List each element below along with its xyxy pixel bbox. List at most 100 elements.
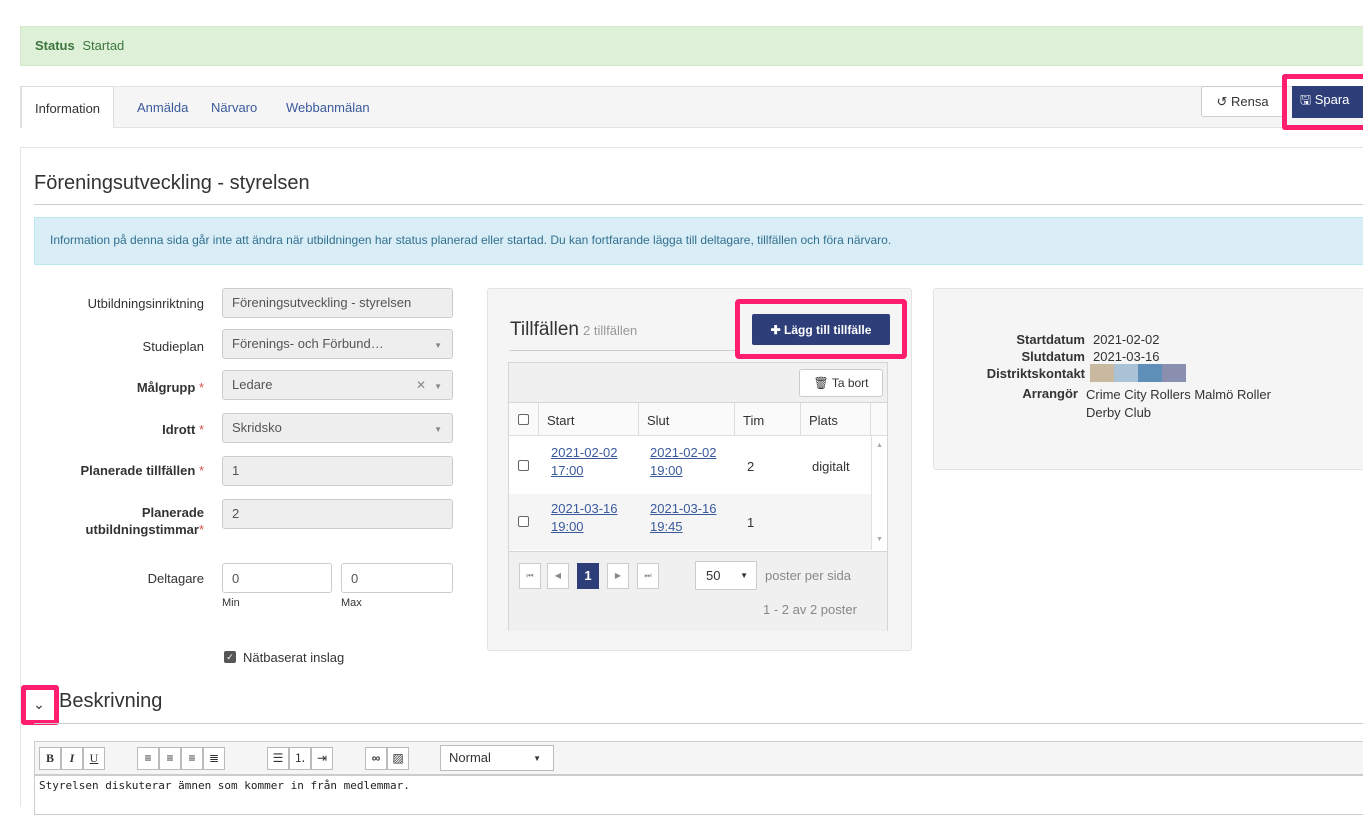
scroll-up-icon[interactable]: ▲ — [876, 442, 883, 449]
tillfallen-title: Tillfällen 2 tillfällen — [510, 319, 638, 340]
align-center-icon[interactable]: ≡ — [159, 747, 181, 770]
malgrupp-label: Målgrupp * — [136, 380, 204, 395]
row-checkbox[interactable] — [518, 516, 529, 527]
reset-icon: ↺ — [1216, 93, 1228, 109]
deltagare-label: Deltagare — [147, 571, 204, 586]
underline-icon[interactable]: U — [83, 747, 105, 770]
first-page-icon[interactable]: ⏮ — [519, 563, 541, 589]
deltagare-max-input[interactable] — [341, 563, 453, 593]
ta-bort-button[interactable]: 🗑 Ta bort — [799, 369, 883, 397]
prev-page-icon[interactable]: ◀ — [547, 563, 569, 589]
min-label: Min — [222, 597, 240, 609]
grid-header-plats[interactable]: Plats — [801, 403, 871, 436]
per-page-label: poster per sida — [765, 568, 851, 583]
clear-icon[interactable]: ✕ — [416, 378, 426, 392]
chevron-down-icon: ▼ — [740, 571, 748, 580]
beskrivning-divider — [34, 723, 1363, 724]
grid-pager: ⏮ ◀ 1 ▶ ⏭ 50 ▼ poster per sida 1 - 2 av … — [509, 551, 887, 631]
grid-toolbar: 🗑 Ta bort — [509, 363, 887, 403]
tillfallen-divider — [510, 350, 735, 351]
slutdatum-value: 2021-03-16 — [1093, 349, 1160, 364]
row-checkbox[interactable] — [518, 460, 529, 471]
idrott-label: Idrott * — [162, 422, 204, 437]
link-icon[interactable]: ∞ — [365, 747, 387, 770]
distriktskontakt-label: Distriktskontakt — [986, 366, 1085, 381]
idrott-select[interactable]: Skridsko ▼ — [222, 413, 453, 443]
page-size-select[interactable]: 50 ▼ — [695, 561, 757, 590]
grid-header-slut[interactable]: Slut — [639, 403, 735, 436]
status-label: Status — [35, 38, 75, 53]
arrangor-value: Crime City Rollers Malmö Roller Derby Cl… — [1086, 387, 1271, 420]
tab-information[interactable]: Information — [21, 86, 115, 129]
editor-toolbar: B I U ≡ ≡ ≡ ≣ ☰ ⒈ ⇥ ∞ ▨ Normal ▼ — [34, 741, 1363, 775]
row-tim: 1 — [747, 515, 755, 530]
bullet-list-icon[interactable]: ☰ — [267, 747, 289, 770]
natbaserat-checkbox[interactable]: ✓ — [224, 651, 236, 663]
page-title: Föreningsutveckling - styrelsen — [34, 172, 310, 194]
rensa-button[interactable]: ↺ Rensa — [1201, 86, 1284, 117]
italic-icon[interactable]: I — [61, 747, 83, 770]
spara-button[interactable]: 🖫 Spara — [1292, 86, 1363, 118]
scroll-down-icon[interactable]: ▼ — [876, 536, 883, 543]
grid-scrollbar[interactable]: ▲ ▼ — [871, 436, 887, 550]
distriktskontakt-swatch — [1090, 364, 1114, 382]
align-right-icon[interactable]: ≡ — [181, 747, 203, 770]
startdatum-label: Startdatum — [1016, 332, 1085, 347]
info-alert: Information på denna sida går inte att ä… — [34, 217, 1363, 265]
planerade-timmar-field: 2 — [222, 499, 453, 529]
row-slut: 2021-02-02 19:00 — [650, 445, 717, 478]
title-divider — [34, 204, 1363, 205]
deltagare-min-input[interactable] — [222, 563, 332, 593]
natbaserat-label: Nätbaserat inslag — [243, 650, 345, 665]
status-value: Startad — [82, 38, 125, 53]
last-page-icon[interactable]: ⏭ — [637, 563, 659, 589]
align-left-icon[interactable]: ≡ — [137, 747, 159, 770]
startdatum-value: 2021-02-02 — [1093, 332, 1160, 347]
image-icon[interactable]: ▨ — [387, 747, 409, 770]
chevron-down-icon: ▼ — [533, 754, 541, 763]
studieplan-select[interactable]: Förenings- och Förbund… ▼ — [222, 329, 453, 359]
tab-anmalda[interactable]: Anmälda — [137, 87, 188, 128]
indent-icon[interactable]: ⇥ — [311, 747, 333, 770]
beskrivning-editor[interactable]: Styrelsen diskuterar ämnen som kommer in… — [34, 775, 1363, 815]
numbered-list-icon[interactable]: ⒈ — [289, 747, 311, 770]
status-bar: Status Startad — [20, 26, 1363, 66]
chevron-down-icon[interactable]: ⌄ — [28, 696, 50, 716]
tab-bar: Information Anmälda Närvaro Webbanmälan — [20, 86, 1363, 129]
trash-icon: 🗑 — [813, 376, 829, 390]
row-tim: 2 — [747, 459, 755, 474]
tab-webbanmalan[interactable]: Webbanmälan — [286, 87, 370, 128]
chevron-down-icon: ▼ — [434, 425, 442, 434]
planerade-timmar-label: Planerade utbildningstimmar* — [85, 505, 204, 537]
pager-summary: 1 - 2 av 2 poster — [763, 602, 857, 617]
utbildningsinriktning-field: Föreningsutveckling - styrelsen — [222, 288, 453, 318]
distriktskontakt-swatch — [1162, 364, 1186, 382]
row-start: 2021-02-02 17:00 — [551, 445, 618, 478]
table-row: 2021-03-16 19:00 2021-03-16 19:45 1 — [509, 494, 871, 550]
add-tillfalle-button[interactable]: ✚ Lägg till tillfälle — [752, 314, 890, 345]
grid-header-tim[interactable]: Tim — [735, 403, 801, 436]
planerade-tillfallen-label: Planerade tillfällen * — [80, 463, 204, 478]
grid-header-spacer — [871, 403, 887, 436]
chevron-down-icon: ▼ — [434, 382, 442, 391]
align-justify-icon[interactable]: ≣ — [203, 747, 225, 770]
distriktskontakt-swatch — [1138, 364, 1162, 382]
malgrupp-select[interactable]: Ledare ✕ ▼ — [222, 370, 453, 400]
tab-narvaro[interactable]: Närvaro — [211, 87, 257, 128]
next-page-icon[interactable]: ▶ — [607, 563, 629, 589]
distriktskontakt-swatch — [1114, 364, 1138, 382]
slutdatum-label: Slutdatum — [1021, 349, 1085, 364]
select-all-checkbox[interactable] — [518, 414, 529, 425]
row-start: 2021-03-16 19:00 — [551, 501, 618, 534]
row-slut: 2021-03-16 19:45 — [650, 501, 717, 534]
format-select[interactable]: Normal ▼ — [440, 745, 554, 771]
studieplan-label: Studieplan — [142, 339, 204, 354]
row-plats: digitalt — [812, 459, 850, 474]
tillfallen-grid: 🗑 Ta bort Start Slut Tim Plats 2021-02-0… — [508, 362, 888, 631]
beskrivning-title: Beskrivning — [59, 690, 163, 712]
bold-icon[interactable]: B — [39, 747, 61, 770]
max-label: Max — [341, 597, 362, 609]
current-page[interactable]: 1 — [577, 563, 599, 589]
arrangor-label: Arrangör — [1022, 386, 1078, 401]
grid-header-start[interactable]: Start — [539, 403, 639, 436]
